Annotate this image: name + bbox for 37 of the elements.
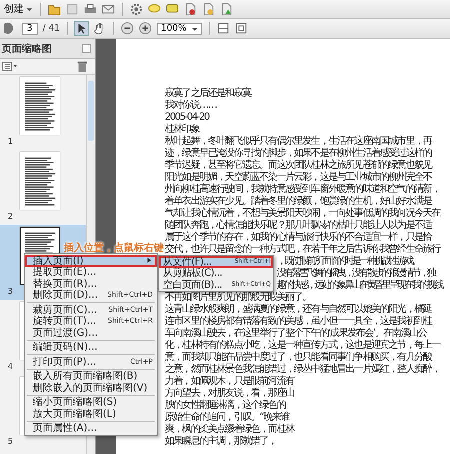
text-line: 这青山绿水般爽朗，盛满夏的绿意，还有与自然可以媲美的阳光，橘延 xyxy=(165,304,432,315)
text-line: 阳光如是明媚，天空蔚蓝不染一片云彩，这是与工业城市的柳州完全不 xyxy=(165,172,432,183)
page-label: 2 xyxy=(8,212,14,221)
text-line: 原始生命的追问，引叹。“晚来谁 xyxy=(165,412,290,423)
text-line: 化，桂林特有的糕点小吃，这是一种宣传方式，这也是迎宾之节，每上一 xyxy=(165,340,440,351)
text-line: ，既使眼前所面临的时是一种挑战性游戏。 xyxy=(277,256,420,267)
page-label: 5 xyxy=(8,437,14,446)
text-line: 意，而我却只能在品尝中度过了，也只能看同事们争相购买，有几分酸 xyxy=(165,352,432,363)
text-line: 没有落雪飞舞的摇曳，没有散步的浪漫情节，独 xyxy=(277,268,434,279)
text-line: 之意，然而桂林景色我怎能错过，绿丛中猛地冒出一片嫣红，整人痴醉， xyxy=(165,364,440,375)
text-line: 爽，枫的柔美点缀着绿色，而桂林 xyxy=(165,424,294,435)
text-line: 州向柳桂高速行驶间，我就特意感受到车窗外暖意的味道和空气的清新， xyxy=(165,184,440,195)
text-line: 连市区里的楼房都有错落有致的美感，虽小但一一具全，这是我初到桂 xyxy=(165,316,432,327)
text-line: 寂寞了之后还是和寂寞 xyxy=(165,88,252,99)
text-line: 着单衣出游实在少见。踏着冬里的绿颜，饱赏绿的生机，好山好水满是 xyxy=(165,196,432,207)
page-count: / 41 xyxy=(42,24,60,34)
text-line: 如果瞬息的主调，那就错了， xyxy=(165,436,277,447)
text-line: 桂林印象 xyxy=(165,124,200,135)
text-line: 方向望去，对朋友说，看，那座山 xyxy=(165,388,294,399)
text-line: 不再如图片里所见的那般无暇美丽了。 xyxy=(165,292,312,303)
text-line: 车向南溪山驶去，在这里举行了整个下午的‘成果发布会’。在南溪山公 xyxy=(165,328,427,339)
text-line: 力着，如佩观木，只是眼前河流有 xyxy=(165,376,294,387)
text-line: 秋叶起舞，冬叶翻飞似乎只有偶尔里发生，生活在这座南国城市里，再 xyxy=(165,136,432,147)
text-line: 气却让我心情沉着，不想与美景阳天吵闹，一向处事低调的我何况今天在 xyxy=(165,208,440,219)
text-line: 趣的快感，远处的象鼻山在黄昏里呈现在我的视线 xyxy=(277,280,442,291)
text-line: 迹，绿意早已淹没你寻找的脚步，如果不是在柳州生活着感受过这样的 xyxy=(165,148,432,159)
text-line: 属于这个季节的存在，如我的心情与旅行快乐的不合适宜一样，只是恰 xyxy=(165,232,432,243)
text-line: 腴的女性翻睡淋漓，这个绿色的 xyxy=(165,400,286,411)
page-label: 1 xyxy=(8,137,14,146)
panel-title: 页面缩略图 xyxy=(2,42,52,56)
page-label: 4 xyxy=(8,362,14,371)
text-line: 季节迟疑，甚至将它遗忘。而这次团队桂林之旅所见苍郁的绿意也貌见 xyxy=(165,160,432,171)
text-line: 随团队奔跑，心情怎能快乐呢？那几叶飘零的枯叶只能让人以为是不适 xyxy=(165,220,432,231)
page-label: 3 xyxy=(8,287,14,296)
text-line: 2005-04-20 xyxy=(165,112,210,123)
text-line: 交代，也许只是留念的一种方式吧，在若干年之后告诉你我曾经生命旅行 xyxy=(165,244,440,255)
text-line: 我对你说…… xyxy=(165,100,217,111)
